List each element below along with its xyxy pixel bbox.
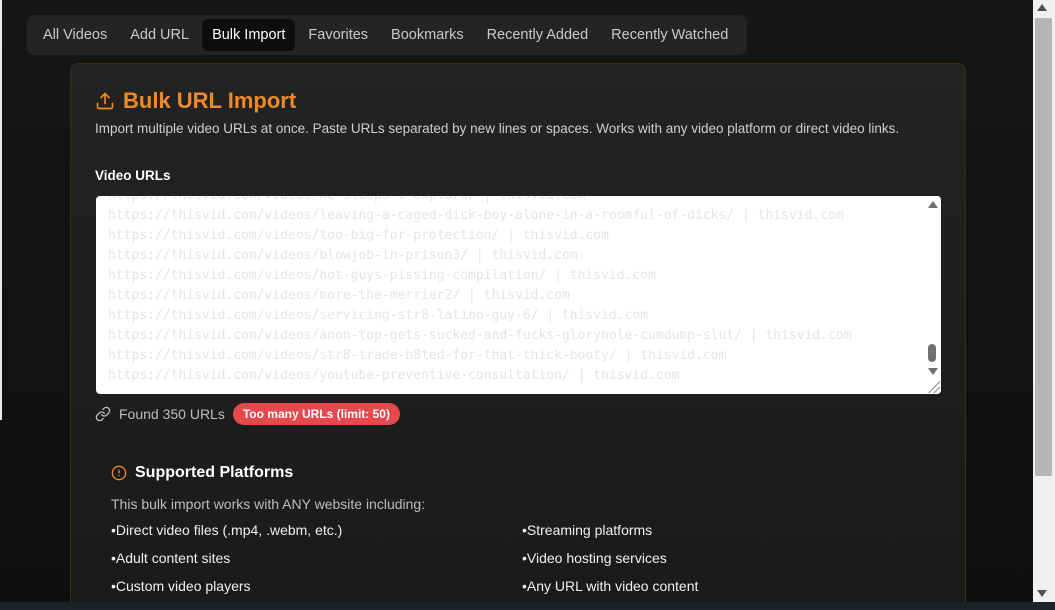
tab-favorites[interactable]: Favorites xyxy=(298,19,378,51)
tab-bulk-import[interactable]: Bulk Import xyxy=(202,19,296,51)
textarea-line: https://thisvid.com/videos/too-big-for-p… xyxy=(108,228,609,243)
platform-item: Adult content sites xyxy=(111,548,522,568)
tab-bar: All Videos Add URL Bulk Import Favorites… xyxy=(27,15,748,55)
platforms-heading: Supported Platforms xyxy=(135,464,294,481)
textarea-line: https://thisvid.com/videos/leaving-a-cag… xyxy=(108,208,844,223)
tab-add-url[interactable]: Add URL xyxy=(120,19,199,51)
textarea-line: https://thisvid.com/videos/more-the-merr… xyxy=(108,288,570,303)
platforms-description: This bulk import works with ANY website … xyxy=(111,496,426,512)
scroll-up-arrow-icon[interactable] xyxy=(928,201,938,208)
limit-warning-badge: Too many URLs (limit: 50) xyxy=(232,403,400,425)
page-title: Bulk URL Import xyxy=(123,88,297,113)
page-subtitle: Import multiple video URLs at once. Past… xyxy=(95,121,900,136)
page-scrollbar[interactable] xyxy=(1033,0,1055,602)
page-scroll-up-icon[interactable] xyxy=(1037,4,1047,11)
tab-all-videos[interactable]: All Videos xyxy=(33,19,117,51)
textarea-scrollbar[interactable] xyxy=(924,196,941,394)
platform-item: Custom video players xyxy=(111,576,522,596)
app-viewport: All Videos Add URL Bulk Import Favorites… xyxy=(0,0,1033,602)
card-header: Bulk URL Import xyxy=(95,88,296,114)
platform-item: Video hosting services xyxy=(522,548,822,568)
textarea-line: https://thisvid.com/videos/youtube-preve… xyxy=(108,368,680,383)
platform-item: Any URL with video content xyxy=(522,576,822,596)
window-edge xyxy=(0,0,2,420)
platform-item: Streaming platforms xyxy=(522,520,822,540)
platforms-heading-row: Supported Platforms xyxy=(111,464,931,482)
textarea-line: https://thisvid.com/videos/str8-trade-b8… xyxy=(108,348,727,363)
bulk-import-card: Bulk URL Import Import multiple video UR… xyxy=(70,63,966,602)
tab-recently-added[interactable]: Recently Added xyxy=(477,19,599,51)
textarea-line: https://thisvid.com/videos/blowjob-in-pr… xyxy=(108,248,578,263)
textarea-line: https://thisvid.com/videos/hot-guys-piss… xyxy=(108,268,656,283)
textarea-line: https://thisvid.com/videos/anon-top-gets… xyxy=(108,328,852,343)
tab-recently-watched[interactable]: Recently Watched xyxy=(601,19,738,51)
textarea-line: https://thisvid.com/videos/he-sleeps-i-e… xyxy=(108,196,921,206)
tab-bookmarks[interactable]: Bookmarks xyxy=(381,19,474,51)
textarea-content[interactable]: https://thisvid.com/videos/he-sleeps-i-e… xyxy=(108,196,921,386)
url-count-text: Found 350 URLs xyxy=(119,406,225,422)
page-scroll-thumb[interactable] xyxy=(1035,18,1052,476)
platform-item: Direct video files (.mp4, .webm, etc.) xyxy=(111,520,522,540)
video-urls-textarea[interactable]: https://thisvid.com/videos/he-sleeps-i-e… xyxy=(96,196,941,394)
upload-icon xyxy=(96,92,114,110)
platforms-list: Direct video files (.mp4, .webm, etc.) S… xyxy=(111,520,931,596)
textarea-line: https://thisvid.com/videos/servicing-str… xyxy=(108,308,649,323)
page-scroll-down-icon[interactable] xyxy=(1037,590,1047,597)
scroll-thumb[interactable] xyxy=(928,344,936,362)
resize-grip-icon[interactable] xyxy=(928,381,940,393)
video-urls-label: Video URLs xyxy=(95,168,171,183)
info-icon xyxy=(111,465,127,481)
link-icon xyxy=(95,406,111,422)
taskbar-strip xyxy=(0,602,1055,610)
supported-platforms-section: Supported Platforms This bulk import wor… xyxy=(111,464,931,596)
url-count-row: Found 350 URLs Too many URLs (limit: 50) xyxy=(95,402,400,426)
scroll-down-arrow-icon[interactable] xyxy=(928,368,938,375)
